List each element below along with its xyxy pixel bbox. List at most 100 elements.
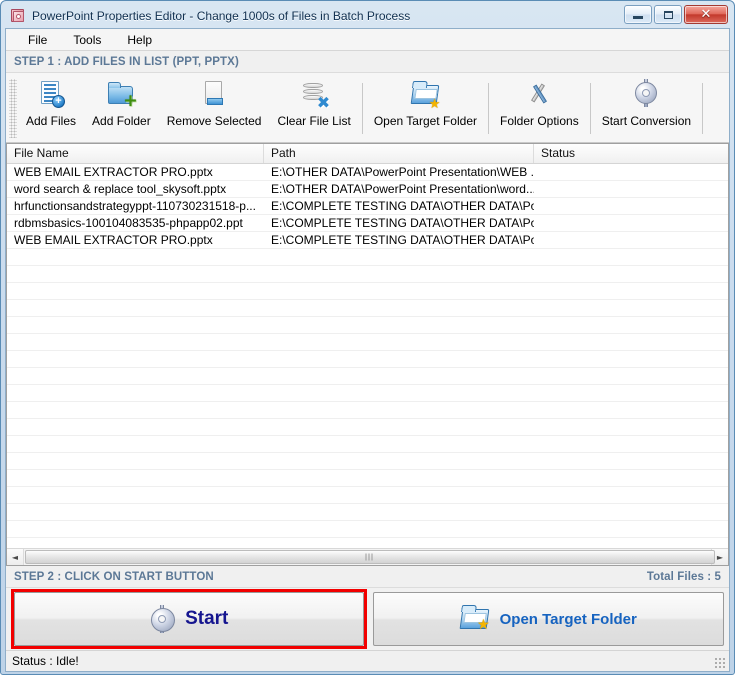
add-folder-button[interactable]: + Add Folder (84, 75, 159, 142)
clear-file-list-icon: ✖ (297, 80, 331, 111)
table-row[interactable]: WEB EMAIL EXTRACTOR PRO.pptx E:\COMPLETE … (7, 232, 728, 249)
cell-file-name: hrfunctionsandstrategyppt-110730231518-p… (14, 199, 256, 213)
cell-file-name: WEB EMAIL EXTRACTOR PRO.pptx (14, 165, 213, 179)
table-row[interactable] (7, 334, 728, 351)
table-row[interactable] (7, 487, 728, 504)
cell-path: E:\COMPLETE TESTING DATA\OTHER DATA\Po..… (271, 233, 534, 247)
table-row[interactable] (7, 436, 728, 453)
add-files-label: Add Files (26, 114, 77, 128)
open-target-folder-label: Open Target Folder (373, 114, 477, 128)
open-folder-icon: ★ (459, 607, 490, 632)
column-header-status[interactable]: Status (534, 144, 728, 163)
table-row[interactable] (7, 300, 728, 317)
menu-item-file[interactable]: File (18, 30, 57, 50)
table-row[interactable] (7, 538, 728, 548)
horizontal-scrollbar[interactable]: ◄ ► (7, 548, 728, 565)
cell-path: E:\OTHER DATA\PowerPoint Presentation\WE… (271, 165, 534, 179)
menu-bar: File Tools Help (6, 29, 729, 51)
open-target-folder-button[interactable]: ★ Open Target Folder (366, 75, 485, 142)
start-button[interactable]: Start (14, 592, 364, 646)
file-list-header: File Name Path Status (7, 144, 728, 164)
minimize-button[interactable] (624, 5, 652, 24)
column-header-path[interactable]: Path (264, 144, 534, 163)
table-row[interactable] (7, 419, 728, 436)
window-title: PowerPoint Properties Editor - Change 10… (32, 9, 411, 23)
toolbar-separator (361, 83, 363, 134)
toolbar-drag-grip[interactable] (9, 79, 17, 138)
table-row[interactable] (7, 249, 728, 266)
start-button-highlight: Start (11, 589, 367, 649)
start-button-label: Start (185, 608, 229, 629)
open-target-folder-action-button[interactable]: ★ Open Target Folder (372, 592, 724, 646)
folder-options-icon (522, 80, 556, 110)
menu-item-help[interactable]: Help (117, 30, 162, 50)
status-text: Status : Idle! (12, 654, 79, 668)
toolbar-separator (702, 83, 704, 134)
table-row[interactable] (7, 368, 728, 385)
title-bar: PowerPoint Properties Editor - Change 10… (5, 4, 730, 28)
table-row[interactable] (7, 317, 728, 334)
table-row[interactable] (7, 453, 728, 470)
table-row[interactable]: hrfunctionsandstrategyppt-110730231518-p… (7, 198, 728, 215)
step2-header: STEP 2 : CLICK ON START BUTTON Total Fil… (6, 566, 729, 588)
scroll-left-arrow[interactable]: ◄ (7, 549, 24, 565)
client-area: File Tools Help STEP 1 : ADD FILES IN LI… (5, 28, 730, 672)
table-row[interactable] (7, 402, 728, 419)
cell-file-name: WEB EMAIL EXTRACTOR PRO.pptx (14, 233, 213, 247)
cell-path: E:\OTHER DATA\PowerPoint Presentation\wo… (271, 182, 534, 196)
step2-title: STEP 2 : CLICK ON START BUTTON (14, 570, 214, 583)
window-controls: ✕ (624, 5, 728, 24)
table-row[interactable]: rdbmsbasics-100104083535-phpapp02.ppt E:\… (7, 215, 728, 232)
scrollbar-track[interactable] (24, 549, 715, 565)
step1-header: STEP 1 : ADD FILES IN LIST (PPT, PPTX) (6, 51, 729, 73)
toolbar-separator (589, 83, 591, 134)
cell-file-name: word search & replace tool_skysoft.pptx (14, 182, 227, 196)
file-list-body[interactable]: WEB EMAIL EXTRACTOR PRO.pptx E:\OTHER DAT… (7, 164, 728, 548)
table-row[interactable] (7, 266, 728, 283)
cell-path: E:\COMPLETE TESTING DATA\OTHER DATA\Po..… (271, 199, 534, 213)
gear-icon (149, 605, 176, 633)
action-bar: Start ★ Open Target Folder (6, 588, 729, 650)
start-conversion-button[interactable]: Start Conversion (594, 75, 699, 142)
step1-title: STEP 1 : ADD FILES IN LIST (PPT, PPTX) (14, 55, 239, 68)
table-row[interactable] (7, 351, 728, 368)
start-conversion-label: Start Conversion (601, 114, 692, 128)
scrollbar-grip-icon (365, 553, 375, 561)
open-target-folder-action-label: Open Target Folder (499, 610, 637, 628)
status-bar: Status : Idle! (6, 650, 729, 671)
table-row[interactable]: WEB EMAIL EXTRACTOR PRO.pptx E:\OTHER DAT… (7, 164, 728, 181)
table-row[interactable] (7, 385, 728, 402)
clear-file-list-label: Clear File List (277, 114, 351, 128)
toolbar-separator (487, 83, 489, 134)
maximize-icon (663, 10, 673, 19)
powerpoint-properties-icon (10, 8, 26, 24)
start-conversion-icon (629, 79, 663, 110)
add-files-button[interactable]: + Add Files (18, 75, 84, 142)
table-row[interactable] (7, 521, 728, 538)
menu-item-tools[interactable]: Tools (63, 30, 111, 50)
table-row[interactable] (7, 504, 728, 521)
application-window: PowerPoint Properties Editor - Change 10… (0, 0, 735, 675)
clear-file-list-button[interactable]: ✖ Clear File List (269, 75, 358, 142)
remove-selected-button[interactable]: Remove Selected (159, 75, 270, 142)
cell-file-name: rdbmsbasics-100104083535-phpapp02.ppt (14, 216, 243, 230)
open-target-folder-icon: ★ (408, 80, 442, 111)
scrollbar-thumb[interactable] (25, 550, 715, 564)
minimize-icon (633, 16, 643, 19)
file-list: File Name Path Status WEB EMAIL EXTRACTO… (6, 143, 729, 566)
table-row[interactable] (7, 283, 728, 300)
resize-grip-icon[interactable] (714, 657, 726, 669)
toolbar: + Add Files + Add Folder Remove Selected (6, 73, 729, 143)
table-row[interactable] (7, 470, 728, 487)
remove-selected-icon (197, 80, 231, 110)
table-row[interactable]: word search & replace tool_skysoft.pptx E… (7, 181, 728, 198)
add-folder-label: Add Folder (92, 114, 151, 128)
add-folder-icon: + (104, 80, 138, 110)
remove-selected-label: Remove Selected (166, 114, 262, 128)
folder-options-button[interactable]: Folder Options (492, 75, 587, 142)
folder-options-label: Folder Options (499, 114, 579, 128)
maximize-button[interactable] (654, 5, 682, 24)
total-files-count: Total Files : 5 (646, 570, 721, 583)
column-header-file-name[interactable]: File Name (7, 144, 264, 163)
close-button[interactable]: ✕ (684, 5, 728, 24)
